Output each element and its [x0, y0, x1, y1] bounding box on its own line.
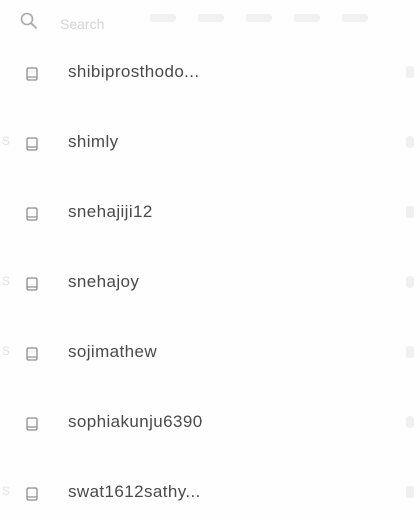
list-item-label: sophiakunju6390	[68, 412, 203, 431]
row-indicator	[406, 276, 414, 288]
app-screen: shibiprosthodo... S shimly snehajiji12 S	[0, 0, 420, 520]
list-item[interactable]: sophiakunju6390	[0, 388, 420, 458]
list-item-label: swat1612sathy...	[68, 482, 201, 501]
list-item[interactable]: S snehajoy	[0, 248, 420, 318]
list-item-label: snehajoy	[68, 272, 140, 291]
document-icon	[26, 347, 38, 361]
row-indicator	[406, 136, 414, 148]
section-letter: S	[2, 274, 11, 288]
document-icon	[26, 67, 38, 81]
list-item[interactable]: S sojimathew	[0, 318, 420, 388]
row-indicator	[406, 416, 414, 428]
list-item[interactable]: snehajiji12	[0, 178, 420, 248]
section-letter: S	[2, 134, 11, 148]
document-icon	[26, 417, 38, 431]
document-icon	[26, 487, 38, 501]
row-indicator	[406, 66, 414, 78]
section-letter: S	[2, 484, 11, 498]
search-icon[interactable]	[18, 10, 40, 32]
list-item[interactable]: S swat1612sathy...	[0, 458, 420, 520]
list-item-label: sojimathew	[68, 342, 158, 361]
list-item[interactable]: shibiprosthodo...	[0, 38, 420, 108]
list-item-label: shimly	[68, 132, 119, 151]
list-item[interactable]: S shimly	[0, 108, 420, 178]
list-item-label: shibiprosthodo...	[68, 62, 200, 81]
row-indicator	[406, 206, 414, 218]
row-indicator	[406, 346, 414, 358]
contact-list: shibiprosthodo... S shimly snehajiji12 S	[0, 38, 420, 520]
document-icon	[26, 137, 38, 151]
document-icon	[26, 207, 38, 221]
row-indicator	[406, 486, 414, 498]
section-letter: S	[2, 344, 11, 358]
document-icon	[26, 277, 38, 291]
faint-header-decoration	[150, 14, 400, 34]
list-item-label: snehajiji12	[68, 202, 153, 221]
